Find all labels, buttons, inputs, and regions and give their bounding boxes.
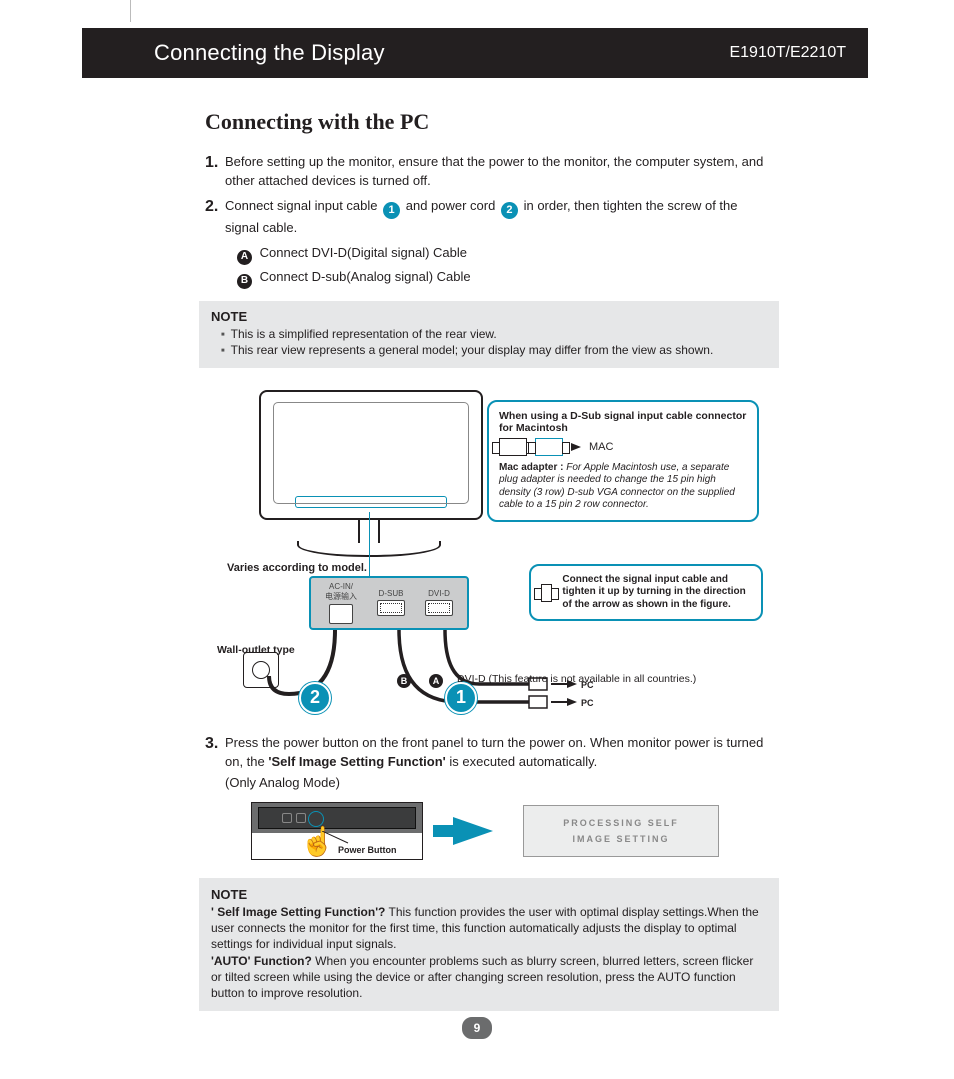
- step-2-text-pre: Connect signal input cable: [225, 198, 381, 213]
- port-ac-in: AC-IN/ 电源输入: [325, 582, 357, 624]
- tighten-callout: Connect the signal input cable and tight…: [529, 564, 763, 622]
- connector-left-icon: [499, 438, 527, 456]
- note-2-q2-label: 'AUTO' Function?: [211, 954, 312, 968]
- wall-outlet-icon: [243, 652, 279, 688]
- osd-message-box: PROCESSING SELF IMAGE SETTING: [523, 805, 719, 857]
- note-2-title: NOTE: [211, 886, 767, 904]
- step-3-only: (Only Analog Mode): [225, 774, 765, 793]
- port-ac-label: AC-IN/ 电源输入: [325, 582, 357, 602]
- step-2-text-mid: and power cord: [406, 198, 499, 213]
- monitor-port-highlight: [295, 496, 447, 508]
- osd-line-2: IMAGE SETTING: [563, 831, 679, 847]
- mac-adapter-label: Mac adapter :: [499, 462, 563, 473]
- page-number: 9: [462, 1017, 492, 1039]
- note-2-q1-label: ' Self Image Setting Function'?: [211, 905, 385, 919]
- step-3-text-post: is executed automatically.: [449, 754, 597, 769]
- note-1-title: NOTE: [211, 309, 767, 324]
- step-3-bold: 'Self Image Setting Function': [268, 754, 445, 769]
- step-2a: A Connect DVI-D(Digital signal) Cable: [237, 244, 765, 265]
- power-illustration-row: ☝ Power Button PROCESSING SELF IMAGE SET…: [205, 802, 765, 860]
- step-3-number: 3.: [205, 732, 218, 755]
- dvid-availability-note: DVI-D (This feature is not available in …: [457, 673, 696, 685]
- port-dsub: D-SUB: [377, 589, 405, 616]
- big-arrow-icon: [453, 817, 493, 845]
- header-model: E1910T/E2210T: [729, 44, 846, 62]
- tighten-connector-icon: [541, 584, 552, 602]
- arrow-right-icon: [571, 443, 581, 451]
- port-dvid: DVI-D: [425, 589, 453, 616]
- connector-mid-icon: [535, 438, 563, 456]
- big-badge-1-icon: 1: [445, 682, 477, 714]
- mac-adapter-callout: When using a D-Sub signal input cable co…: [487, 400, 759, 522]
- power-button-caption: Power Button: [338, 845, 397, 855]
- step-2b-text: Connect D-sub(Analog signal) Cable: [260, 269, 471, 284]
- note-box-2: NOTE ' Self Image Setting Function'? Thi…: [199, 878, 779, 1011]
- step-3-block: 3. Press the power button on the front p…: [205, 734, 765, 793]
- guide-line: [369, 512, 370, 576]
- step-1-text: Before setting up the monitor, ensure th…: [225, 154, 763, 188]
- leader-line-icon: [322, 831, 352, 845]
- mac-label: MAC: [589, 441, 613, 453]
- note-1-item-2: This rear view represents a general mode…: [221, 342, 767, 358]
- note-1-item-1: This is a simplified representation of t…: [221, 326, 767, 342]
- crop-mark: [130, 0, 131, 22]
- step-2: 2. Connect signal input cable 1 and powe…: [205, 197, 765, 289]
- pc-label-1: PC: [581, 680, 594, 690]
- big-badge-2-icon: 2: [299, 682, 331, 714]
- small-badge-b-icon: B: [397, 674, 411, 688]
- header-title: Connecting the Display: [154, 40, 385, 66]
- badge-b-icon: B: [237, 274, 252, 289]
- badge-2-icon: 2: [501, 202, 518, 219]
- step-2a-text: Connect DVI-D(Digital signal) Cable: [260, 245, 467, 260]
- port-dvid-label: DVI-D: [425, 589, 453, 598]
- connection-diagram: Varies according to model. Wall-outlet t…: [199, 384, 759, 734]
- step-2b: B Connect D-sub(Analog signal) Cable: [237, 268, 765, 289]
- step-1-number: 1.: [205, 151, 218, 174]
- step-3: 3. Press the power button on the front p…: [205, 734, 765, 793]
- step-1: 1. Before setting up the monitor, ensure…: [205, 153, 765, 191]
- small-badge-a-icon: A: [429, 674, 443, 688]
- osd-line-1: PROCESSING SELF: [563, 815, 679, 831]
- power-button-illustration: ☝ Power Button: [251, 802, 423, 860]
- ports-panel: AC-IN/ 电源输入 D-SUB DVI-D: [309, 576, 469, 630]
- varies-label: Varies according to model.: [227, 562, 367, 574]
- mac-adapter-desc: Mac adapter : For Apple Macintosh use, a…: [499, 462, 747, 512]
- note-box-1: NOTE This is a simplified representation…: [199, 301, 779, 368]
- mac-callout-title: When using a D-Sub signal input cable co…: [499, 410, 747, 434]
- pc-label-2: PC: [581, 698, 594, 708]
- port-dsub-label: D-SUB: [377, 589, 405, 598]
- steps-list: 1. Before setting up the monitor, ensure…: [205, 153, 765, 289]
- section-title: Connecting with the PC: [205, 109, 765, 135]
- badge-1-icon: 1: [383, 202, 400, 219]
- badge-a-icon: A: [237, 250, 252, 265]
- page-header: Connecting the Display E1910T/E2210T: [82, 28, 868, 78]
- step-2-number: 2.: [205, 195, 218, 218]
- tighten-callout-text: Connect the signal input cable and tight…: [562, 574, 751, 612]
